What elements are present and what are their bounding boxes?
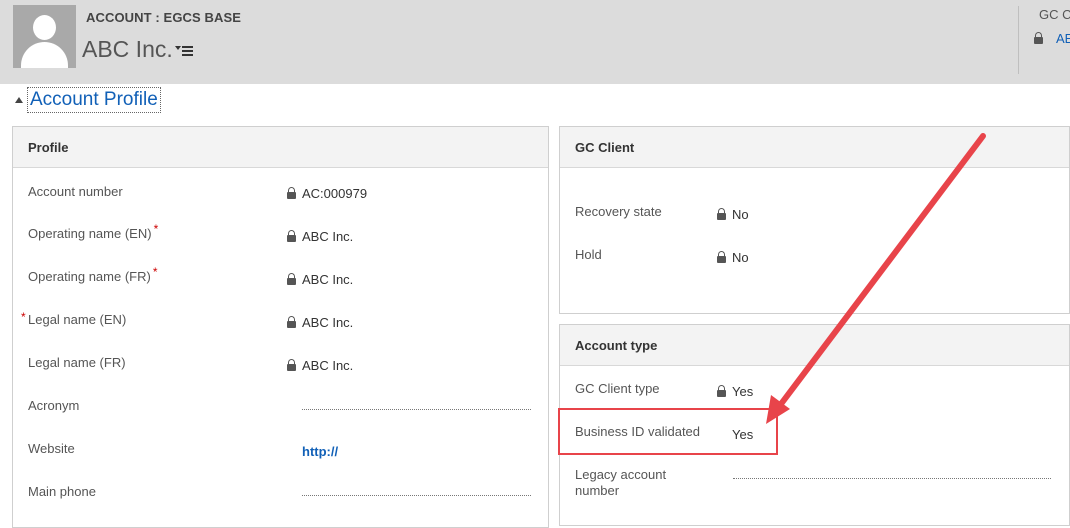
annotation-arrow-icon bbox=[766, 133, 986, 424]
